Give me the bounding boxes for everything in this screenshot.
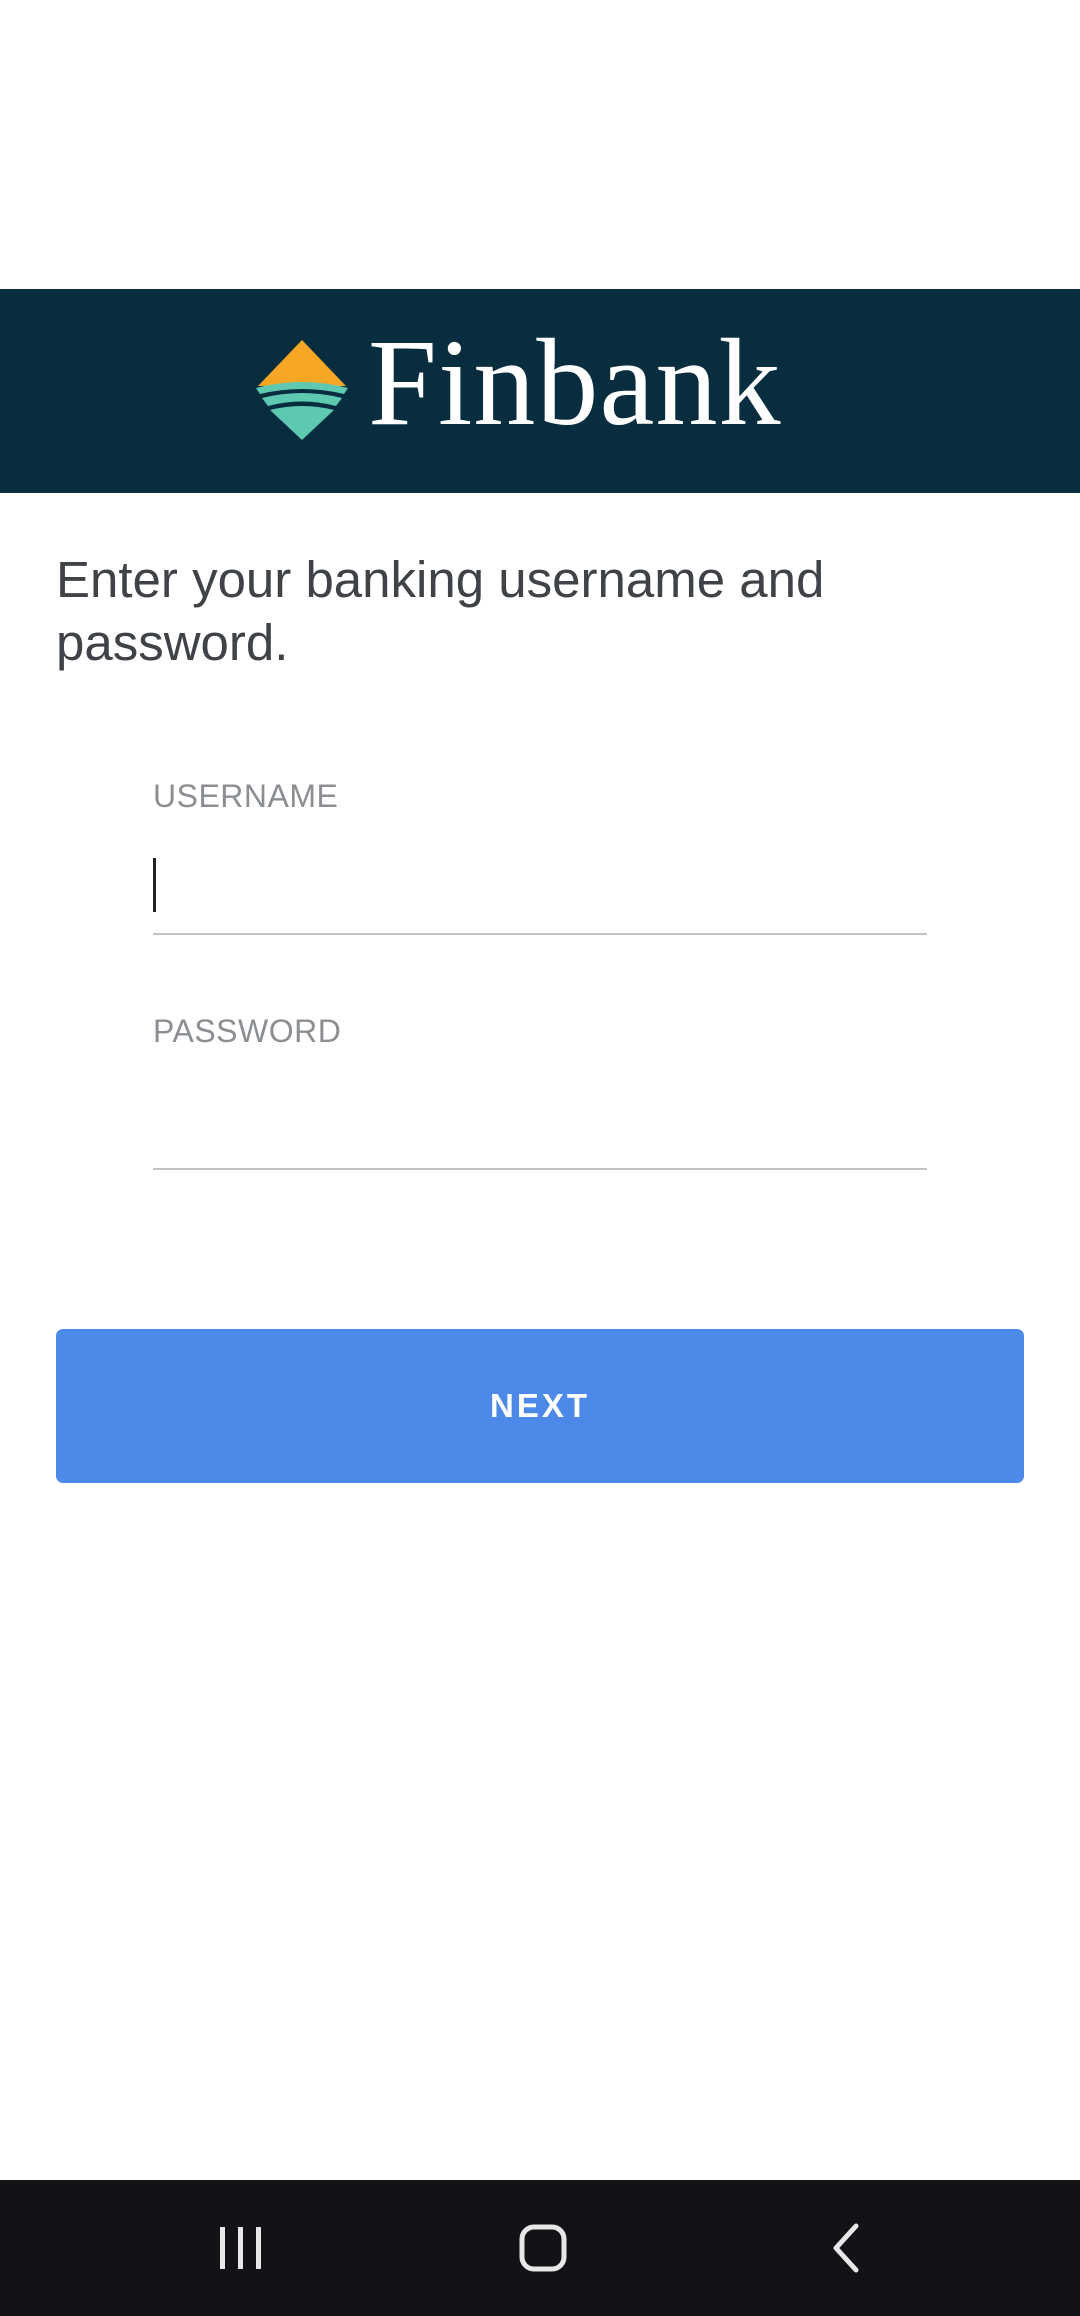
top-spacer bbox=[0, 0, 1080, 289]
username-label: USERNAME bbox=[153, 778, 339, 814]
next-button[interactable]: NEXT bbox=[56, 1329, 1024, 1483]
back-button[interactable] bbox=[786, 2196, 906, 2300]
password-label: PASSWORD bbox=[153, 1013, 342, 1049]
text-cursor bbox=[153, 858, 156, 912]
finbank-diamond-logo-icon bbox=[256, 340, 348, 440]
login-screen: Finbank Enter your banking username and … bbox=[0, 0, 1080, 2316]
home-icon bbox=[519, 2224, 567, 2272]
username-input[interactable] bbox=[153, 859, 927, 935]
home-button[interactable] bbox=[483, 2196, 603, 2300]
back-icon bbox=[833, 2223, 859, 2273]
password-input[interactable] bbox=[153, 1094, 927, 1170]
recents-button[interactable] bbox=[181, 2196, 301, 2300]
login-instructions: Enter your banking username and password… bbox=[56, 551, 825, 671]
recents-icon bbox=[220, 2227, 261, 2269]
brand-name: Finbank bbox=[368, 314, 782, 451]
